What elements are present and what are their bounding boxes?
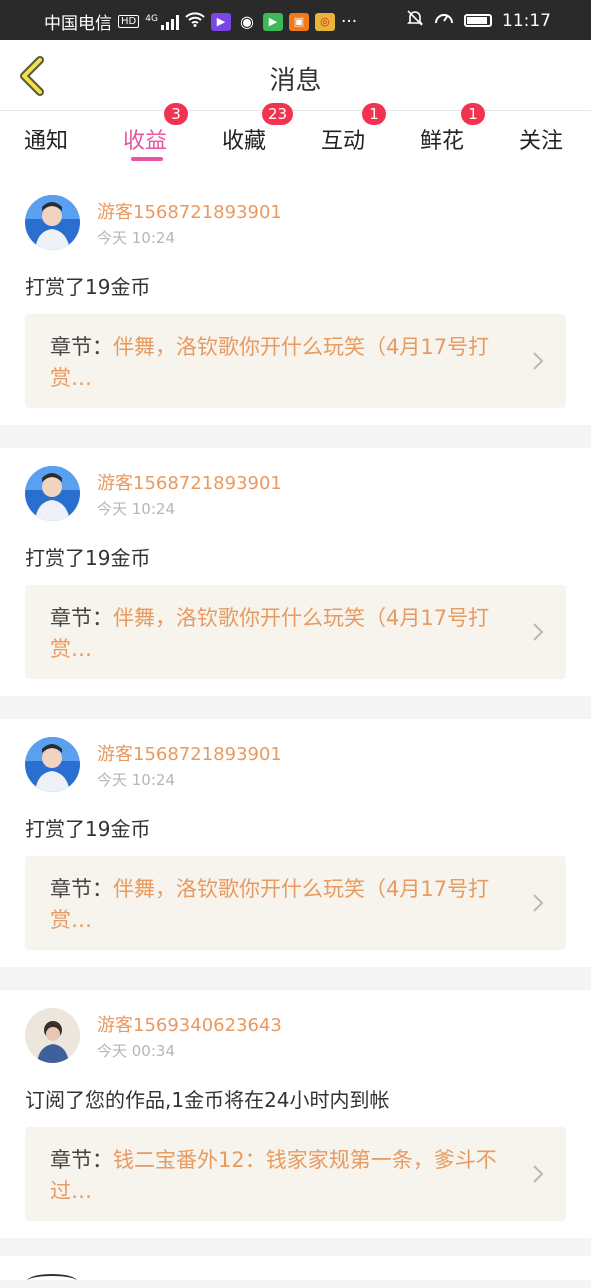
username[interactable]: 游客1568721893901 (97, 740, 282, 766)
timestamp: 今天 10:24 (97, 771, 175, 789)
tab-notifications[interactable]: 通知 (24, 123, 68, 155)
chevron-right-icon (533, 623, 544, 641)
unread-badge: 1 (461, 103, 485, 125)
battery-icon (464, 14, 492, 27)
tab-label: 收藏 (222, 129, 267, 154)
tab-earnings[interactable]: 收益 3 (123, 103, 188, 155)
message-text: 打赏了19金币 (25, 546, 151, 570)
avatar[interactable] (25, 737, 80, 792)
wifi-icon (185, 11, 205, 32)
avatar[interactable] (27, 1274, 77, 1288)
chapter-text: 章节：伴舞，洛钦歌你开什么玩笑（4月17号打赏… (50, 332, 528, 394)
tab-following[interactable]: 关注 (519, 123, 563, 155)
chevron-right-icon (533, 1165, 544, 1183)
nav-header: 消息 (0, 40, 591, 111)
tab-label: 互动 (321, 129, 366, 154)
chapter-label: 章节： (50, 877, 113, 901)
tab-interactions[interactable]: 互动 1 (321, 103, 386, 155)
more-notifications-icon: ··· (340, 11, 358, 32)
chapter-link[interactable]: 章节：钱二宝番外12：钱家家规第一条，爹斗不过… (25, 1127, 566, 1221)
chapter-label: 章节： (50, 606, 113, 630)
chapter-title: 伴舞，洛钦歌你开什么玩笑（4月17号打赏… (50, 606, 490, 661)
avatar[interactable] (25, 466, 80, 521)
message-card: 游客1568721893901 今天 10:24 打赏了19金币 章节：伴舞，洛… (0, 177, 591, 425)
chapter-text: 章节：伴舞，洛钦歌你开什么玩笑（4月17号打赏… (50, 603, 528, 665)
chapter-text: 章节：伴舞，洛钦歌你开什么玩笑（4月17号打赏… (50, 874, 528, 936)
tab-bar: 通知 收益 3 收藏 23 互动 1 鲜花 1 关注 (0, 103, 591, 177)
status-bar: 中国电信 HD 4G ▶ ◉ ▶ ▣ ◎ ··· 11:17 (0, 0, 591, 40)
chapter-title: 伴舞，洛钦歌你开什么玩笑（4月17号打赏… (50, 335, 490, 390)
chapter-title: 伴舞，洛钦歌你开什么玩笑（4月17号打赏… (50, 877, 490, 932)
mute-icon (406, 9, 424, 32)
clock: 11:17 (502, 10, 551, 31)
weibo-icon: ◎ (314, 12, 335, 31)
username[interactable]: 游客1568721893901 (97, 198, 282, 224)
tab-flowers[interactable]: 鲜花 1 (420, 103, 485, 155)
hd-icon: HD (118, 15, 140, 28)
chapter-link[interactable]: 章节：伴舞，洛钦歌你开什么玩笑（4月17号打赏… (25, 856, 566, 950)
chevron-right-icon (533, 352, 544, 370)
message-card: 游客1568721893901 今天 10:24 打赏了19金币 章节：伴舞，洛… (0, 719, 591, 967)
chapter-label: 章节： (50, 1148, 113, 1172)
qq-icon: ◉ (239, 11, 254, 31)
unread-badge: 1 (362, 103, 386, 125)
chapter-link[interactable]: 章节：伴舞，洛钦歌你开什么玩笑（4月17号打赏… (25, 585, 566, 679)
unread-badge: 23 (262, 103, 294, 125)
tab-label: 鲜花 (420, 129, 465, 154)
timestamp: 今天 00:34 (97, 1042, 175, 1060)
message-card: 游客1568721893901 今天 10:24 打赏了19金币 章节：伴舞，洛… (0, 448, 591, 696)
message-text: 打赏了19金币 (25, 817, 151, 841)
carrier-label: 中国电信 (44, 14, 112, 34)
timestamp: 今天 10:24 (97, 229, 175, 247)
orange-app-icon: ▣ (288, 12, 309, 31)
active-tab-indicator (131, 157, 163, 161)
tab-favorites[interactable]: 收藏 23 (222, 103, 294, 155)
message-text: 订阅了您的作品,1金币将在24小时内到帐 (25, 1088, 390, 1112)
avatar[interactable] (25, 1008, 80, 1063)
chapter-label: 章节： (50, 335, 113, 359)
chapter-title: 钱二宝番外12：钱家家规第一条，爹斗不过… (50, 1148, 497, 1203)
timestamp: 今天 10:24 (97, 500, 175, 518)
video-app-icon: ▶ (210, 12, 231, 31)
chevron-right-icon (533, 894, 544, 912)
chapter-link[interactable]: 章节：伴舞，洛钦歌你开什么玩笑（4月17号打赏… (25, 314, 566, 408)
username[interactable]: 游客1568721893901 (97, 469, 282, 495)
message-card: 游客1569340623643 今天 00:34 订阅了您的作品,1金币将在24… (0, 990, 591, 1238)
tab-label: 关注 (519, 129, 564, 154)
tab-label: 收益 (123, 129, 168, 154)
speed-icon (434, 9, 454, 32)
unread-badge: 3 (164, 103, 188, 125)
play-app-icon: ▶ (262, 12, 283, 31)
avatar[interactable] (25, 195, 80, 250)
message-text: 打赏了19金币 (25, 275, 151, 299)
signal-icon: 4G (145, 14, 179, 30)
chapter-text: 章节：钱二宝番外12：钱家家规第一条，爹斗不过… (50, 1145, 528, 1207)
tab-label: 通知 (24, 129, 69, 154)
message-card-partial (0, 1256, 591, 1280)
page-title: 消息 (269, 66, 322, 96)
username[interactable]: 游客1569340623643 (97, 1011, 282, 1037)
